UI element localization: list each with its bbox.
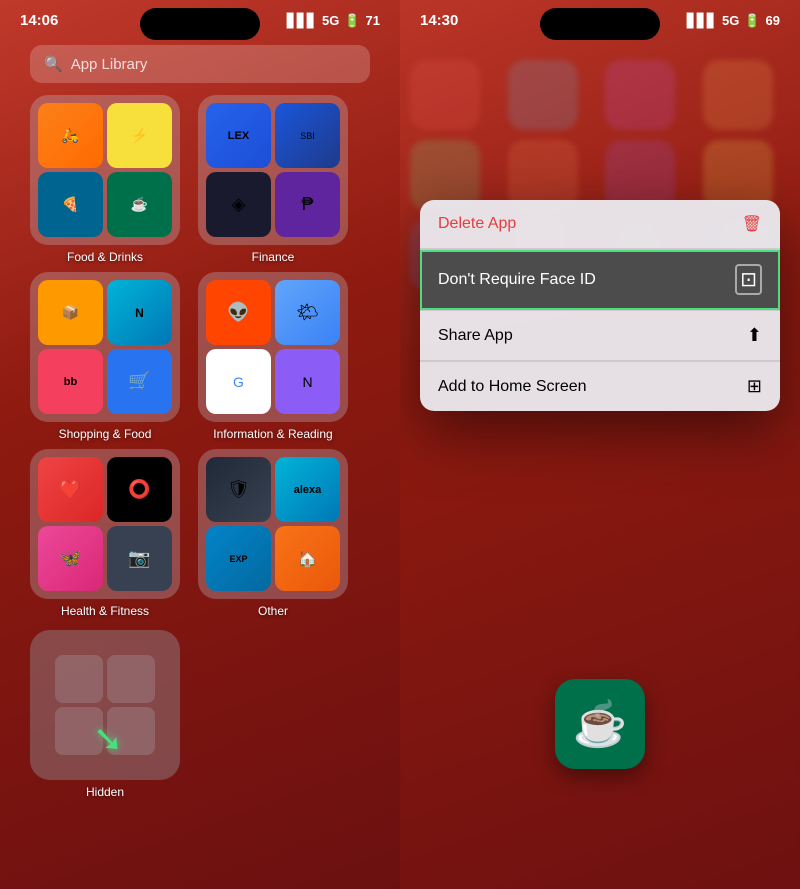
search-placeholder: App Library bbox=[71, 56, 148, 73]
app-blinkit[interactable]: ⚡ bbox=[107, 103, 172, 168]
app-fitness[interactable]: ⭕ bbox=[107, 457, 172, 522]
app-game[interactable]: 🛡 bbox=[206, 457, 271, 522]
network-right: 5G bbox=[722, 13, 739, 28]
app-alexa[interactable]: alexa bbox=[275, 457, 340, 522]
folder-hidden[interactable]: ➘ Hidden bbox=[30, 630, 180, 799]
delete-icon: 🗑 bbox=[742, 214, 762, 234]
folder-row-2: 📦 N bb 🛒 Shopping & Food 👽 🌤 G N Informa… bbox=[30, 272, 370, 441]
context-menu: Delete App 🗑 Don't Require Face ID ⊡ Sha… bbox=[420, 200, 780, 411]
folder-shopping[interactable]: 📦 N bb 🛒 Shopping & Food bbox=[30, 272, 180, 441]
app-google-translate[interactable]: G bbox=[206, 349, 271, 414]
folder-finance[interactable]: LEX SBI ◈ ₱ Finance bbox=[198, 95, 348, 264]
folder-row-1: 🛵 ⚡ 🍕 ☕ Food & Drinks LEX SBI ◈ ₱ Financ… bbox=[30, 95, 370, 264]
app-dominos[interactable]: 🍕 bbox=[38, 172, 103, 237]
dynamic-island-left bbox=[140, 8, 260, 40]
starbucks-app-icon[interactable]: ☕ bbox=[555, 679, 645, 769]
time-left: 14:06 bbox=[20, 12, 58, 29]
app-starbucks-small[interactable]: ☕ bbox=[107, 172, 172, 237]
app-mu[interactable]: 🦋 bbox=[38, 526, 103, 591]
app-library-search[interactable]: 🔍 App Library bbox=[30, 45, 370, 83]
app-bbd[interactable]: bb bbox=[38, 349, 103, 414]
status-icons-right: ▋▋▋ 5G 🔋 69 bbox=[687, 13, 780, 29]
signal-icon-right: ▋▋▋ bbox=[687, 13, 717, 29]
app-exp[interactable]: EXP bbox=[206, 526, 271, 591]
status-icons-left: ▋▋▋ 5G 🔋 71 bbox=[287, 13, 380, 29]
app-notion[interactable]: N bbox=[275, 349, 340, 414]
menu-delete-app[interactable]: Delete App 🗑 bbox=[420, 200, 780, 249]
starbucks-emoji: ☕ bbox=[573, 698, 628, 750]
app-sbi[interactable]: SBI bbox=[275, 103, 340, 168]
app-weather[interactable]: 🌤 bbox=[275, 280, 340, 345]
battery-right: 🔋 bbox=[744, 13, 760, 29]
folder-food-label: Food & Drinks bbox=[67, 250, 143, 264]
signal-icon-left: ▋▋▋ bbox=[287, 13, 317, 29]
battery-left: 🔋 bbox=[344, 13, 360, 29]
menu-add-home[interactable]: Add to Home Screen ⊞ bbox=[420, 362, 780, 411]
share-icon: ⬆ bbox=[747, 325, 762, 346]
folder-row-3: ❤️ ⭕ 🦋 📷 Health & Fitness 🛡 alexa EXP 🏠 … bbox=[30, 449, 370, 618]
folder-other[interactable]: 🛡 alexa EXP 🏠 Other bbox=[198, 449, 348, 618]
face-id-label: Don't Require Face ID bbox=[438, 271, 596, 289]
dynamic-island-right bbox=[540, 8, 660, 40]
folder-info-label: Information & Reading bbox=[213, 427, 332, 441]
right-panel: 14:30 ▋▋▋ 5G 🔋 69 Delete App 🗑 Don't Req… bbox=[400, 0, 800, 889]
battery-pct-left: 71 bbox=[366, 13, 380, 28]
hidden-row: ➘ Hidden bbox=[30, 630, 370, 799]
folder-health-label: Health & Fitness bbox=[61, 604, 149, 618]
app-reddit[interactable]: 👽 bbox=[206, 280, 271, 345]
left-panel: 14:06 ▋▋▋ 5G 🔋 71 🔍 App Library 🛵 ⚡ 🍕 ☕ … bbox=[0, 0, 400, 889]
app-home[interactable]: 🏠 bbox=[275, 526, 340, 591]
hidden-folder-icon[interactable]: ➘ bbox=[30, 630, 180, 780]
hidden-label: Hidden bbox=[86, 785, 124, 799]
share-label: Share App bbox=[438, 327, 513, 345]
home-label: Add to Home Screen bbox=[438, 378, 587, 396]
folder-info-reading[interactable]: 👽 🌤 G N Information & Reading bbox=[198, 272, 348, 441]
app-navi[interactable]: N bbox=[107, 280, 172, 345]
network-left: 5G bbox=[322, 13, 339, 28]
app-swiggy[interactable]: 🛵 bbox=[38, 103, 103, 168]
search-icon: 🔍 bbox=[44, 55, 63, 73]
context-menu-area: Delete App 🗑 Don't Require Face ID ⊡ Sha… bbox=[420, 200, 780, 411]
folder-food-drinks[interactable]: 🛵 ⚡ 🍕 ☕ Food & Drinks bbox=[30, 95, 180, 264]
home-icon: ⊞ bbox=[747, 376, 762, 397]
face-id-icon: ⊡ bbox=[735, 264, 762, 295]
app-cam[interactable]: 📷 bbox=[107, 526, 172, 591]
app-amazon[interactable]: 📦 bbox=[38, 280, 103, 345]
app-lex[interactable]: LEX bbox=[206, 103, 271, 168]
folder-health[interactable]: ❤️ ⭕ 🦋 📷 Health & Fitness bbox=[30, 449, 180, 618]
app-flipkart[interactable]: 🛒 bbox=[107, 349, 172, 414]
menu-share-app[interactable]: Share App ⬆ bbox=[420, 311, 780, 361]
time-right: 14:30 bbox=[420, 12, 458, 29]
delete-app-label: Delete App bbox=[438, 215, 516, 233]
app-health[interactable]: ❤️ bbox=[38, 457, 103, 522]
battery-pct-right: 69 bbox=[766, 13, 780, 28]
app-cred[interactable]: ◈ bbox=[206, 172, 271, 237]
app-phonepe[interactable]: ₱ bbox=[275, 172, 340, 237]
folder-shopping-label: Shopping & Food bbox=[59, 427, 152, 441]
green-arrow-icon: ➘ bbox=[93, 718, 123, 760]
folder-other-label: Other bbox=[258, 604, 288, 618]
menu-face-id[interactable]: Don't Require Face ID ⊡ bbox=[420, 250, 780, 310]
folder-finance-label: Finance bbox=[252, 250, 295, 264]
